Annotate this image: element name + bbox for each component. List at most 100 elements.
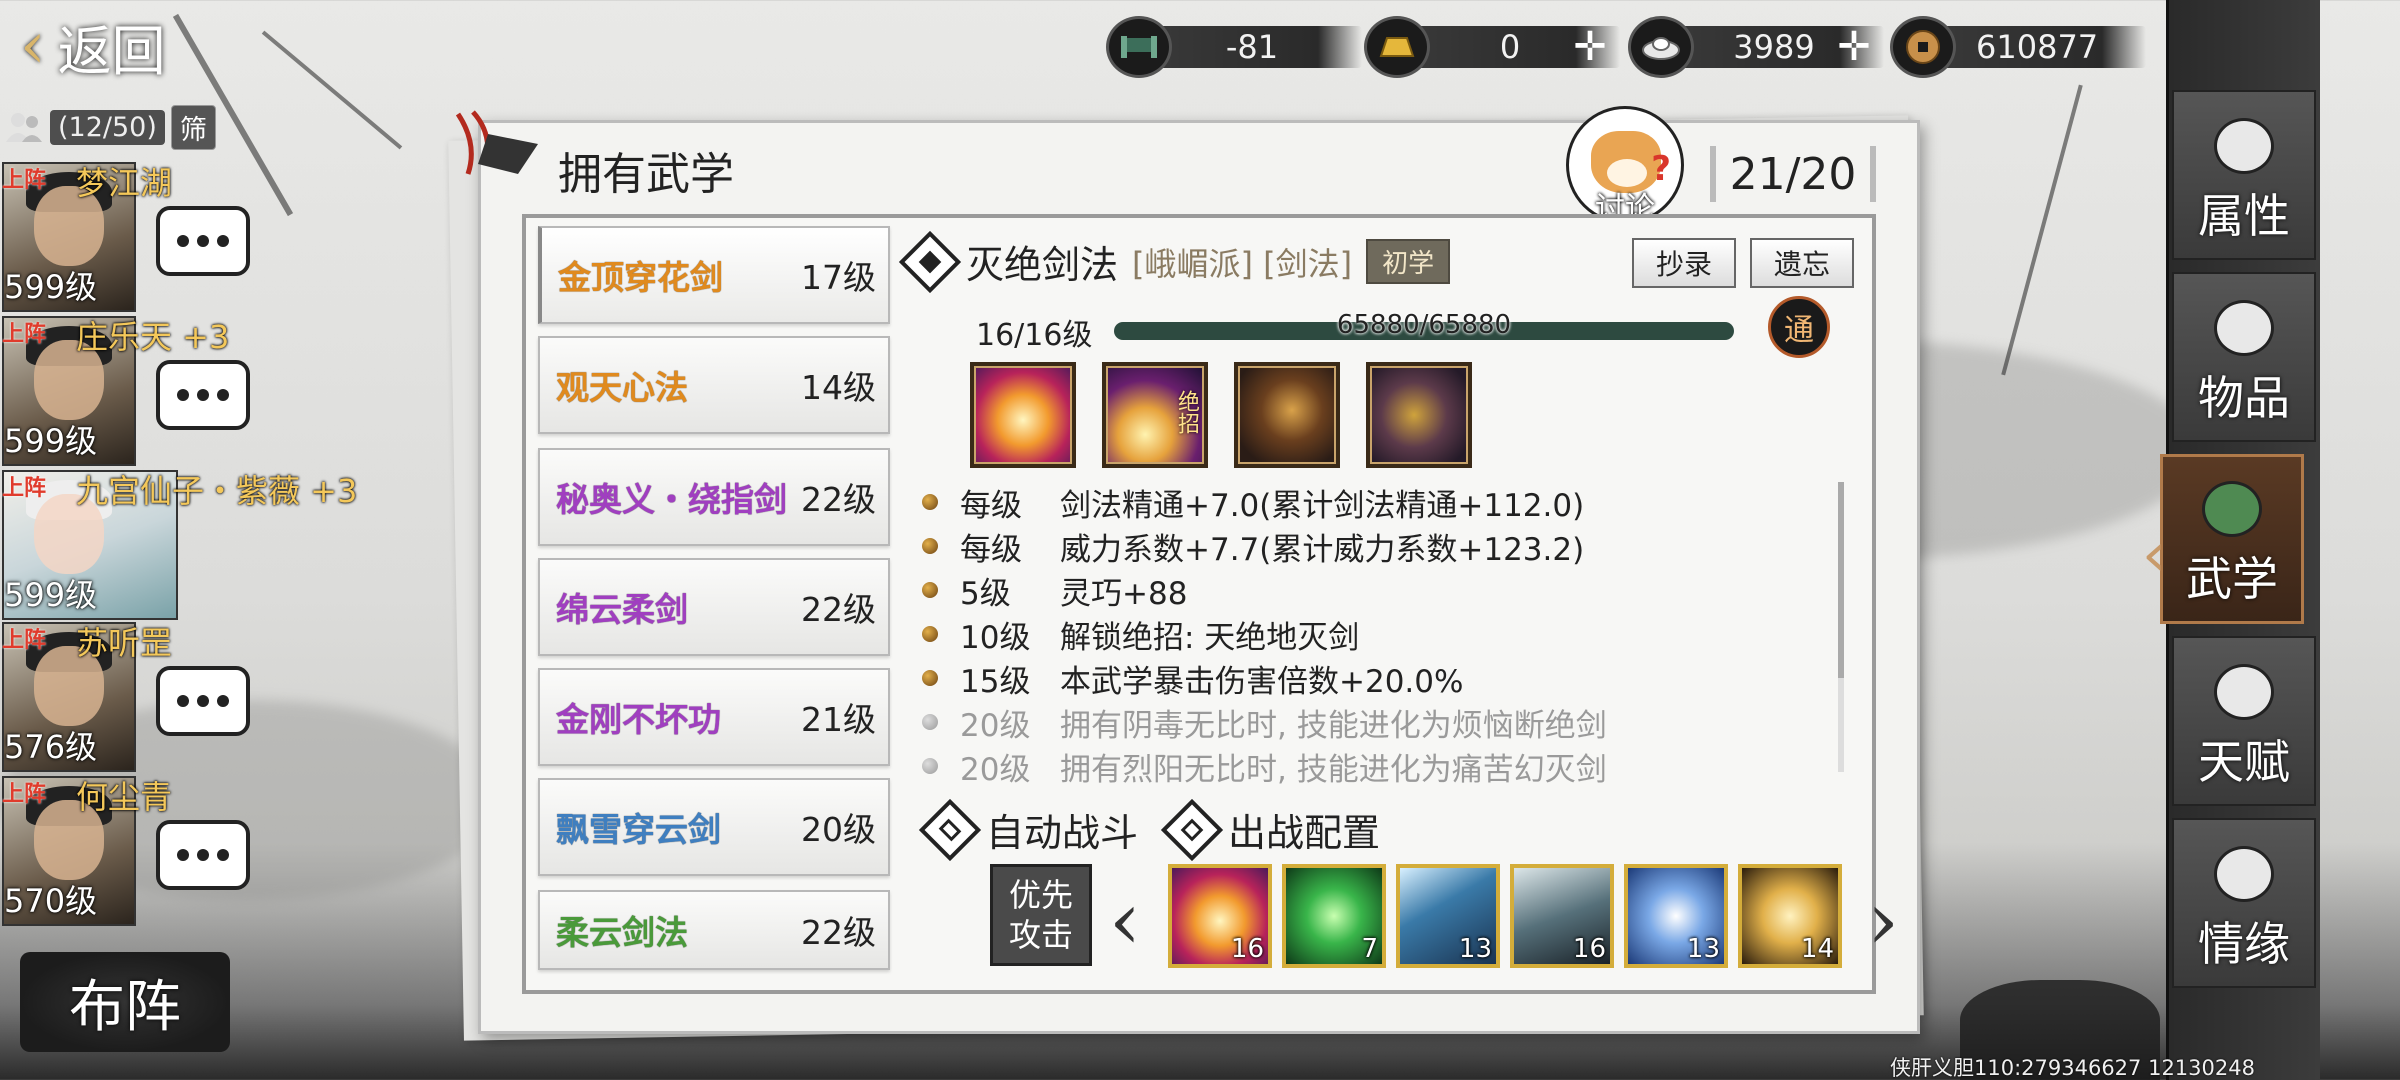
effect-row-locked: 20级 拥有阴毒无比时, 技能进化为烦恼断绝剑 <box>922 702 1607 744</box>
silver-ingot-icon <box>1628 16 1694 78</box>
resource-stamina: -81 <box>1106 16 1362 78</box>
talent-node-icon <box>2214 664 2274 720</box>
effect-text: 拥有烈阳无比时, 技能进化为痛苦幻灭剑 <box>1060 751 1607 788</box>
skill-name: 绵云柔剑 <box>556 590 688 629</box>
formation-button[interactable]: 布阵 <box>20 952 230 1052</box>
hero-card-selected[interactable]: 上阵 九宫仙子・紫薇 +3 599级 <box>0 470 357 620</box>
effect-row: 每级 威力系数+7.7(累计威力系数+123.2) <box>922 526 1585 568</box>
skill-effect-icon[interactable] <box>1234 362 1340 468</box>
skill-name: 金顶穿花剑 <box>558 258 723 297</box>
tab-talent[interactable]: 天赋 <box>2172 636 2316 806</box>
slot-level: 13 <box>1458 934 1492 964</box>
hero-card[interactable]: 上阵 庄乐天 +3 599级 <box>0 316 270 466</box>
skill-list-item[interactable]: 飘雪穿云剑 20级 <box>538 778 890 876</box>
tab-items[interactable]: 物品 <box>2172 272 2316 442</box>
ultimate-skill-icon[interactable]: 绝招 <box>1102 362 1208 468</box>
bullet-icon <box>922 670 938 686</box>
battle-skill-slot[interactable]: 7 <box>1282 864 1386 968</box>
skill-list-item[interactable]: 秘奥义・绕指剑 22级 <box>538 448 890 546</box>
resource-value: -81 <box>1225 28 1279 66</box>
tab-affection[interactable]: 情缘 <box>2172 818 2316 988</box>
tab-label: 武学 <box>2186 552 2278 606</box>
skill-level: 22级 <box>801 913 876 952</box>
effect-row: 5级 灵巧+88 <box>922 570 1187 612</box>
skill-list-item[interactable]: 绵云柔剑 22级 <box>538 558 890 656</box>
skill-list-item[interactable]: 柔云剑法 22级 <box>538 890 890 970</box>
auto-battle-label: 自动战斗 <box>986 811 1139 855</box>
bed-icon <box>1106 16 1172 78</box>
hero-name: 苏听罡 <box>76 624 173 662</box>
hero-level: 576级 <box>4 728 98 766</box>
bamboo-decoration <box>261 30 403 150</box>
skill-list-item[interactable]: 金顶穿花剑 17级 <box>538 226 890 324</box>
effect-row: 每级 剑法精通+7.0(累计剑法精通+112.0) <box>922 482 1585 524</box>
effect-text: 威力系数+7.7(累计威力系数+123.2) <box>1060 531 1585 568</box>
active-tab-pointer-icon: ‹ <box>2142 520 2166 590</box>
bullet-icon <box>922 494 938 510</box>
chat-bubble-icon[interactable] <box>156 360 250 430</box>
hero-level: 570级 <box>4 882 98 920</box>
copper-coin-icon <box>1890 16 1956 78</box>
slots-next-button[interactable]: › <box>1858 870 1908 970</box>
hero-card[interactable]: 上阵 梦江湖 599级 <box>0 162 270 312</box>
discuss-button[interactable]: ? 讨论 <box>1566 106 1684 226</box>
fist-icon <box>2214 118 2274 174</box>
hero-level: 599级 <box>4 422 98 460</box>
skill-detail-name: 灭绝剑法 <box>966 243 1119 287</box>
battle-skill-slot[interactable]: 13 <box>1624 864 1728 968</box>
add-gold-button[interactable]: ✛ <box>1570 24 1610 70</box>
slots-prev-button[interactable]: ‹ <box>1100 870 1150 970</box>
add-silver-button[interactable]: ✛ <box>1834 24 1874 70</box>
forget-button[interactable]: 遗忘 <box>1750 238 1854 288</box>
tab-attributes[interactable]: 属性 <box>2172 90 2316 260</box>
back-label: 返回 <box>57 19 166 83</box>
battle-skill-slot[interactable]: 13 <box>1396 864 1500 968</box>
effect-text: 本武学暴击伤害倍数+20.0% <box>1060 663 1464 700</box>
skill-rank-badge: 初学 <box>1366 239 1451 284</box>
skill-effect-icon[interactable] <box>1366 362 1472 468</box>
priority-label-line2: 攻击 <box>1008 916 1073 954</box>
priority-attack-button[interactable]: 优先 攻击 <box>990 864 1092 966</box>
battle-skill-slot[interactable]: 16 <box>1510 864 1614 968</box>
hero-card[interactable]: 上阵 何尘青 570级 <box>0 776 270 926</box>
hero-card[interactable]: 上阵 苏听罡 576级 <box>0 622 270 772</box>
effect-text: 剑法精通+7.0(累计剑法精通+112.0) <box>1060 487 1585 524</box>
battle-config-label: 出战配置 <box>1228 811 1381 855</box>
footer-info: 侠肝义胆110:279346627 12130248 <box>1890 1056 2255 1080</box>
back-button[interactable]: ‹ 返回 <box>20 9 220 83</box>
skill-list-item[interactable]: 观天心法 14级 <box>538 336 890 434</box>
skill-list-item[interactable]: 金刚不坏功 21级 <box>538 668 890 766</box>
bullet-icon <box>922 538 938 554</box>
tab-label: 属性 <box>2198 189 2290 243</box>
slot-level: 14 <box>1800 934 1834 964</box>
effects-scrollbar-thumb[interactable] <box>1838 482 1844 678</box>
hero-level: 599级 <box>4 576 98 614</box>
deploy-tag: 上阵 <box>2 782 47 807</box>
scroll-book-icon <box>2202 481 2262 537</box>
resource-silver: 3989 ✛ <box>1628 16 1884 78</box>
skill-effect-icon[interactable] <box>970 362 1076 468</box>
resource-gold: 0 ✛ <box>1364 16 1620 78</box>
skill-level-progress: 16/16级 <box>976 318 1093 353</box>
chat-bubble-icon[interactable] <box>156 206 250 276</box>
monitor-icon <box>918 798 982 861</box>
slot-level: 16 <box>1572 934 1606 964</box>
priority-label-line1: 优先 <box>1008 876 1073 914</box>
hero-name: 九宫仙子・紫薇 +3 <box>76 472 358 510</box>
chat-bubble-icon[interactable] <box>156 820 250 890</box>
roster-count: (12/50) <box>50 109 165 145</box>
ultimate-label: 绝招 <box>1174 390 1199 434</box>
copy-button[interactable]: 抄录 <box>1632 238 1736 288</box>
skill-level: 22级 <box>801 590 876 629</box>
effect-row: 15级 本武学暴击伤害倍数+20.0% <box>922 658 1464 700</box>
battle-skill-slot[interactable]: 16 <box>1168 864 1272 968</box>
effect-text: 拥有阴毒无比时, 技能进化为烦恼断绝剑 <box>1060 707 1607 744</box>
mastery-button[interactable]: 通 <box>1768 296 1830 358</box>
tab-martial-arts[interactable]: 武学 <box>2160 454 2304 624</box>
battle-config-button[interactable]: 出战配置 <box>1160 798 1381 861</box>
battle-skill-slot[interactable]: 14 <box>1738 864 1842 968</box>
filter-button[interactable]: 筛 <box>170 104 216 150</box>
hero-name: 庄乐天 +3 <box>76 318 230 356</box>
chat-bubble-icon[interactable] <box>156 666 250 736</box>
auto-battle-toggle[interactable]: 自动战斗 <box>918 798 1139 861</box>
